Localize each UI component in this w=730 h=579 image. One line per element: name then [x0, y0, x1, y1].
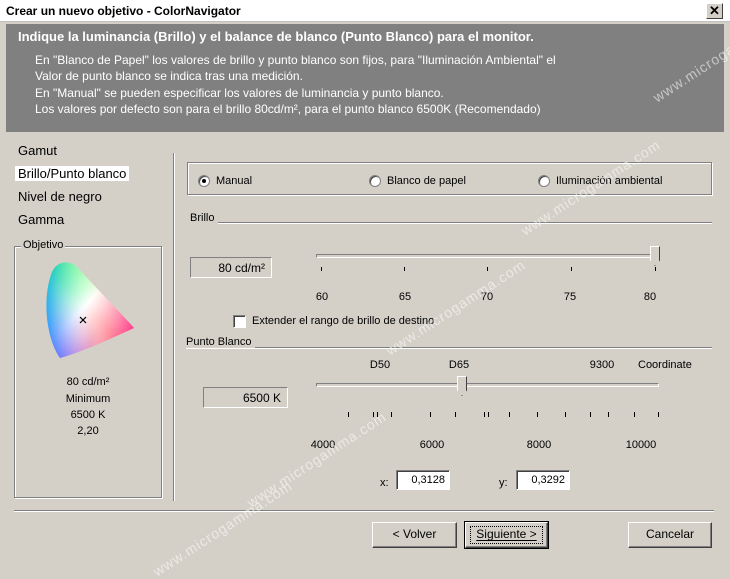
preset-d65-label: D65	[448, 359, 470, 371]
brillo-tick-label: 60	[315, 291, 329, 303]
punto-blanco-tick	[509, 412, 510, 417]
brillo-tick-label: 75	[563, 291, 577, 303]
bottom-divider	[14, 510, 714, 512]
brillo-value-field: 80 cd/m²	[190, 257, 272, 278]
radio-blanco-de-papel[interactable]	[369, 175, 381, 187]
punto-blanco-tick	[455, 412, 456, 417]
x-coord-field[interactable]: 0,3128	[396, 470, 450, 490]
punto-blanco-slider-track[interactable]	[316, 383, 659, 387]
objetivo-punto-blanco: 6500 K	[70, 409, 106, 421]
punto-blanco-tick	[391, 412, 392, 417]
extend-range-label[interactable]: Extender el rango de brillo de destino	[252, 315, 434, 327]
brillo-tick-label: 80	[643, 291, 657, 303]
nav-item-nivel-de-negro[interactable]: Nivel de negro	[18, 189, 102, 204]
radio-manual[interactable]	[198, 175, 210, 187]
close-icon: ✕	[709, 3, 720, 18]
coordinate-label: Coordinate	[638, 359, 692, 371]
punto-blanco-tick	[537, 412, 538, 417]
preset-9300-label: 9300	[589, 359, 615, 371]
header-line: Los valores por defecto son para el bril…	[35, 102, 541, 116]
punto-blanco-tick	[658, 412, 659, 417]
nav-item-gamut[interactable]: Gamut	[18, 143, 57, 158]
brillo-tick	[404, 267, 405, 271]
radio-iluminacion-ambiental[interactable]	[538, 175, 550, 187]
watermark: www.microgamma.com	[383, 256, 529, 359]
instruction-header: Indique la luminancia (Brillo) y el bala…	[6, 24, 724, 132]
brillo-tick	[321, 267, 322, 271]
extend-range-checkbox[interactable]	[233, 315, 246, 328]
focus-rect	[470, 526, 543, 544]
brillo-tick-label: 65	[398, 291, 412, 303]
punto-blanco-value-field: 6500 K	[203, 387, 288, 408]
brillo-slider-track[interactable]	[316, 254, 659, 258]
header-line: Valor de punto blanco se indica tras una…	[35, 69, 303, 83]
brillo-tick	[487, 267, 488, 271]
radio-manual-label[interactable]: Manual	[216, 175, 252, 187]
brillo-slider-thumb[interactable]	[650, 246, 660, 266]
punto-blanco-tick	[590, 412, 591, 417]
y-coord-label: y:	[499, 477, 508, 489]
nav-item-gamma[interactable]: Gamma	[18, 212, 64, 227]
punto-blanco-slider-thumb[interactable]	[457, 376, 467, 396]
punto-blanco-tick-label: 10000	[625, 439, 657, 451]
gamut-diagram	[42, 258, 138, 362]
punto-blanco-label: Punto Blanco	[186, 336, 256, 348]
punto-blanco-tick	[348, 412, 349, 417]
objetivo-brillo: 80 cd/m²	[66, 376, 110, 388]
brillo-tick	[655, 267, 656, 271]
brillo-label: Brillo	[190, 212, 219, 224]
window-title: Crear un nuevo objetivo - ColorNavigator	[6, 4, 241, 18]
punto-blanco-tick-label: 8000	[526, 439, 552, 451]
header-line: En "Manual" se pueden especificar los va…	[35, 86, 444, 100]
brillo-tick	[571, 267, 572, 271]
title-bar: Crear un nuevo objetivo - ColorNavigator…	[0, 0, 730, 22]
back-button[interactable]: < Volver	[372, 522, 457, 548]
header-line: En "Blanco de Papel" los valores de bril…	[35, 53, 556, 67]
punto-blanco-tick	[484, 412, 485, 417]
punto-blanco-tick	[634, 412, 635, 417]
x-coord-label: x:	[380, 477, 389, 489]
punto-blanco-tick	[430, 412, 431, 417]
watermark: www.microgamma.com	[150, 477, 296, 579]
brillo-divider	[190, 222, 712, 224]
next-button[interactable]: Siguiente >	[464, 521, 549, 549]
punto-blanco-tick	[565, 412, 566, 417]
objetivo-label: Objetivo	[21, 239, 66, 251]
preset-d50-label: D50	[369, 359, 391, 371]
close-button[interactable]: ✕	[706, 3, 723, 19]
punto-blanco-tick	[608, 412, 609, 417]
nav-item-brillo-punto-blanco[interactable]: Brillo/Punto blanco	[15, 166, 130, 181]
objetivo-gamma: 2,20	[77, 425, 99, 437]
objetivo-nivel-negro: Minimum	[65, 393, 111, 405]
y-coord-field[interactable]: 0,3292	[516, 470, 570, 490]
radio-blanco-de-papel-label[interactable]: Blanco de papel	[387, 175, 466, 187]
punto-blanco-divider	[186, 347, 712, 349]
vertical-divider	[173, 153, 175, 501]
radio-selected-dot	[202, 179, 206, 183]
punto-blanco-tick	[488, 412, 489, 417]
cancel-button[interactable]: Cancelar	[628, 522, 712, 548]
header-title: Indique la luminancia (Brillo) y el bala…	[18, 29, 534, 44]
punto-blanco-tick-label: 6000	[419, 439, 445, 451]
